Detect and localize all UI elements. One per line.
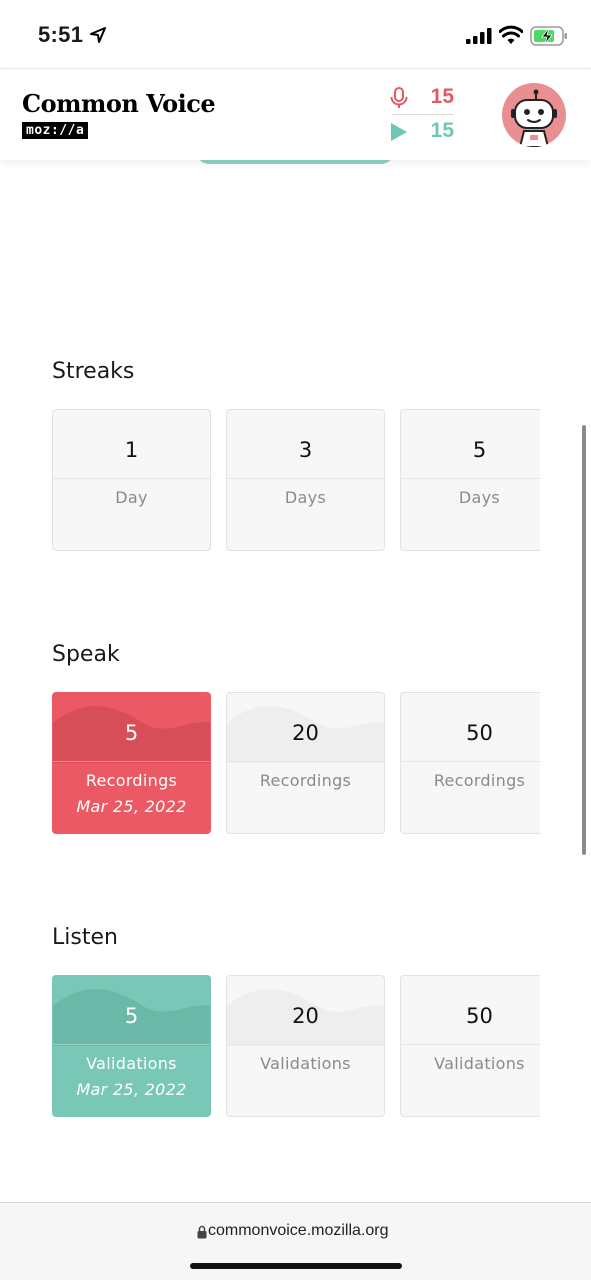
app-header: Common Voice moz://a 15 15: [0, 68, 591, 160]
card-value: 50: [466, 1004, 493, 1028]
card-label: Validations: [86, 1054, 177, 1073]
speak-count-value: 15: [430, 85, 454, 108]
streak-card[interactable]: 1 Day: [52, 409, 211, 551]
vertical-scrollbar[interactable]: [582, 425, 586, 855]
brand-logo-title[interactable]: Common Voice: [22, 89, 216, 118]
card-divider: [401, 478, 540, 479]
listen-heading: Listen: [52, 925, 118, 950]
card-label: Day: [115, 488, 148, 507]
listen-goal-card[interactable]: 20 Validations: [226, 975, 385, 1117]
home-indicator[interactable]: [190, 1263, 402, 1269]
card-label: Validations: [434, 1054, 525, 1073]
card-value: 20: [292, 1004, 319, 1028]
listen-count-value: 15: [430, 119, 454, 142]
mozilla-logo[interactable]: moz://a: [22, 122, 89, 139]
streaks-heading: Streaks: [52, 359, 135, 384]
robot-icon: [511, 89, 557, 147]
card-value: 3: [298, 438, 313, 462]
cellular-signal-icon: [466, 28, 492, 44]
card-date: Mar 25, 2022: [76, 797, 187, 816]
url-text[interactable]: commonvoice.mozilla.org: [208, 1222, 389, 1240]
card-divider: [401, 761, 540, 762]
browser-url-bar[interactable]: commonvoice.mozilla.org: [0, 1202, 591, 1280]
card-divider: [227, 478, 384, 479]
card-date: Mar 25, 2022: [76, 1080, 187, 1099]
card-divider: [227, 761, 384, 762]
card-value: 1: [124, 438, 139, 462]
card-divider: [227, 1044, 384, 1045]
speak-count-stat[interactable]: 15: [388, 83, 458, 113]
card-label: Days: [284, 488, 327, 507]
status-bar: 5:51: [0, 0, 591, 68]
streaks-cards[interactable]: 1 Day 3 Days 5 Days: [52, 409, 540, 553]
battery-charging-icon: [530, 26, 567, 46]
card-label: Validations: [260, 1054, 351, 1073]
card-value: 20: [292, 721, 319, 745]
card-divider: [53, 761, 210, 762]
listen-goal-card-achieved[interactable]: 5 Validations Mar 25, 2022: [52, 975, 211, 1117]
card-divider: [401, 1044, 540, 1045]
listen-count-stat[interactable]: 15: [388, 117, 458, 147]
speak-goal-card-achieved[interactable]: 5 Recordings Mar 25, 2022: [52, 692, 211, 834]
card-divider: [53, 478, 210, 479]
status-time: 5:51: [38, 22, 84, 47]
listen-cards[interactable]: 5 Validations Mar 25, 2022 20 Validation…: [52, 975, 540, 1119]
card-label: Recordings: [259, 771, 352, 790]
streak-card[interactable]: 3 Days: [226, 409, 385, 551]
card-value: 5: [124, 721, 139, 745]
lock-icon: [197, 1225, 207, 1239]
speak-goal-card[interactable]: 20 Recordings: [226, 692, 385, 834]
play-icon: [391, 123, 407, 141]
speak-cards[interactable]: 5 Recordings Mar 25, 2022 20 Recordings …: [52, 692, 540, 836]
location-arrow-icon: [90, 27, 106, 43]
card-label: Recordings: [85, 771, 178, 790]
card-label: Recordings: [433, 771, 526, 790]
speak-heading: Speak: [52, 642, 120, 667]
stat-divider: [392, 114, 454, 115]
listen-goal-card[interactable]: 50 Validations: [400, 975, 540, 1117]
wifi-icon: [499, 25, 523, 44]
card-divider: [53, 1044, 210, 1045]
card-value: 5: [472, 438, 487, 462]
speak-goal-card[interactable]: 50 Recordings: [400, 692, 540, 834]
card-label: Days: [458, 488, 501, 507]
microphone-icon: [390, 87, 408, 108]
card-value: 50: [466, 721, 493, 745]
streak-card[interactable]: 5 Days: [400, 409, 540, 551]
card-value: 5: [124, 1004, 139, 1028]
robot-avatar[interactable]: [502, 83, 566, 147]
